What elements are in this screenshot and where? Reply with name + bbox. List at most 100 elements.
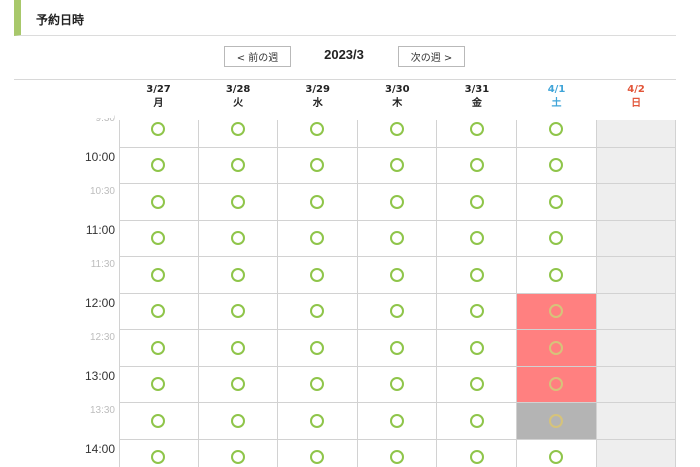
available-circle-icon	[310, 450, 325, 465]
next-week-button[interactable]: 次の週 >	[398, 46, 465, 67]
time-slot-cell[interactable]	[198, 184, 279, 221]
available-circle-icon	[390, 121, 405, 136]
time-slot-cell[interactable]	[517, 330, 597, 367]
available-circle-icon	[151, 121, 166, 136]
time-slot-cell[interactable]	[437, 147, 517, 184]
time-slot-cell[interactable]	[357, 184, 438, 221]
time-slot-cell[interactable]	[517, 257, 597, 294]
available-circle-icon	[310, 304, 325, 319]
time-label: 14:00	[84, 441, 115, 456]
time-slot-cell[interactable]	[119, 220, 199, 257]
available-circle-icon	[549, 304, 564, 319]
time-slot-cell	[596, 147, 676, 184]
time-slot-cell	[596, 120, 676, 148]
time-slot-cell[interactable]	[517, 220, 597, 257]
time-slot-cell[interactable]	[357, 366, 438, 403]
available-circle-icon	[230, 340, 245, 355]
time-slot-cell[interactable]	[278, 120, 358, 148]
time-slot-cell[interactable]	[357, 220, 438, 257]
time-slot-cell[interactable]	[517, 403, 597, 440]
time-slot-cell[interactable]	[278, 403, 358, 440]
available-circle-icon	[230, 194, 245, 209]
time-slot-cell[interactable]	[437, 293, 517, 330]
time-slot-cell[interactable]	[198, 366, 279, 403]
time-slot-cell[interactable]	[357, 257, 438, 294]
available-circle-icon	[390, 231, 405, 246]
time-slot-cell[interactable]	[119, 257, 199, 294]
time-slot-cell[interactable]	[357, 293, 438, 330]
time-slot-cell[interactable]	[278, 147, 358, 184]
time-slot-cell[interactable]	[198, 403, 279, 440]
available-circle-icon	[230, 158, 245, 173]
available-circle-icon	[549, 194, 564, 209]
available-circle-icon	[390, 194, 405, 209]
time-slot-cell[interactable]	[198, 120, 279, 148]
available-circle-icon	[230, 304, 245, 319]
time-slot-cell[interactable]	[278, 293, 358, 330]
available-circle-icon	[151, 158, 166, 173]
available-circle-icon	[310, 158, 325, 173]
time-slot-cell[interactable]	[119, 184, 199, 221]
time-label: 13:30	[89, 405, 115, 416]
time-slot-cell[interactable]	[517, 366, 597, 403]
time-slot-cell[interactable]	[437, 220, 517, 257]
time-slot-cell[interactable]	[437, 257, 517, 294]
time-slot-cell[interactable]	[278, 330, 358, 367]
time-slot-cell[interactable]	[437, 366, 517, 403]
time-slot-cell[interactable]	[119, 120, 199, 148]
day-weekday: 月	[153, 98, 164, 109]
day-date: 3/31	[464, 84, 490, 95]
time-slot-cell	[596, 403, 676, 440]
time-slot-cell[interactable]	[437, 403, 517, 440]
day-date: 3/28	[225, 84, 251, 95]
time-slot-cell[interactable]	[278, 257, 358, 294]
time-slot-cell[interactable]	[119, 403, 199, 440]
scroll-mask	[14, 80, 114, 118]
time-slot-cell[interactable]	[437, 120, 517, 148]
time-slot-cell[interactable]	[198, 257, 279, 294]
time-slot-cell[interactable]	[357, 120, 438, 148]
time-slot-cell[interactable]	[517, 147, 597, 184]
time-slot-cell[interactable]	[198, 330, 279, 367]
available-circle-icon	[549, 121, 564, 136]
available-circle-icon	[549, 377, 564, 392]
time-slot-cell[interactable]	[358, 439, 438, 467]
time-slot-cell[interactable]	[278, 439, 358, 467]
time-slot-cell[interactable]	[278, 366, 358, 403]
available-circle-icon	[390, 158, 405, 173]
time-slot-cell[interactable]	[437, 330, 517, 367]
available-circle-icon	[230, 450, 245, 465]
time-slot-cell[interactable]	[517, 439, 597, 467]
prev-week-button[interactable]: < 前の週	[224, 46, 291, 67]
time-label: 11:00	[85, 222, 115, 237]
day-header-1: 3/28 火	[199, 83, 278, 111]
time-slot-cell[interactable]	[119, 439, 199, 467]
time-slot-cell[interactable]	[517, 293, 597, 330]
time-slot-cell[interactable]	[198, 220, 279, 257]
time-slot-cell[interactable]	[119, 147, 199, 184]
time-slot-cell[interactable]	[199, 439, 279, 467]
time-slot-cell[interactable]	[119, 366, 199, 403]
time-slot-cell[interactable]	[437, 184, 517, 221]
time-slot-cell	[596, 184, 676, 221]
time-slot-cell[interactable]	[278, 220, 358, 257]
day-date: 4/2	[627, 84, 645, 95]
time-slot-cell[interactable]	[278, 184, 358, 221]
time-slot-cell[interactable]	[517, 120, 597, 148]
time-slot-cell[interactable]	[357, 147, 438, 184]
time-slot-cell[interactable]	[357, 330, 438, 367]
available-circle-icon	[390, 413, 405, 428]
time-slot-cell[interactable]	[198, 293, 279, 330]
time-slot-cell[interactable]	[437, 439, 517, 467]
day-header-5: 4/1 土	[517, 83, 596, 111]
time-label: 12:00	[84, 295, 115, 310]
available-circle-icon	[390, 450, 405, 465]
time-slot-cell[interactable]	[198, 147, 279, 184]
time-slot-cell[interactable]	[119, 330, 199, 367]
time-slot-cell[interactable]	[119, 293, 199, 330]
time-slot-cell[interactable]	[357, 403, 438, 440]
day-header-6: 4/2 日	[597, 83, 676, 111]
time-slot-cell[interactable]	[517, 184, 597, 221]
day-date: 3/30	[385, 84, 410, 95]
section-header: 予約日時	[14, 0, 676, 36]
